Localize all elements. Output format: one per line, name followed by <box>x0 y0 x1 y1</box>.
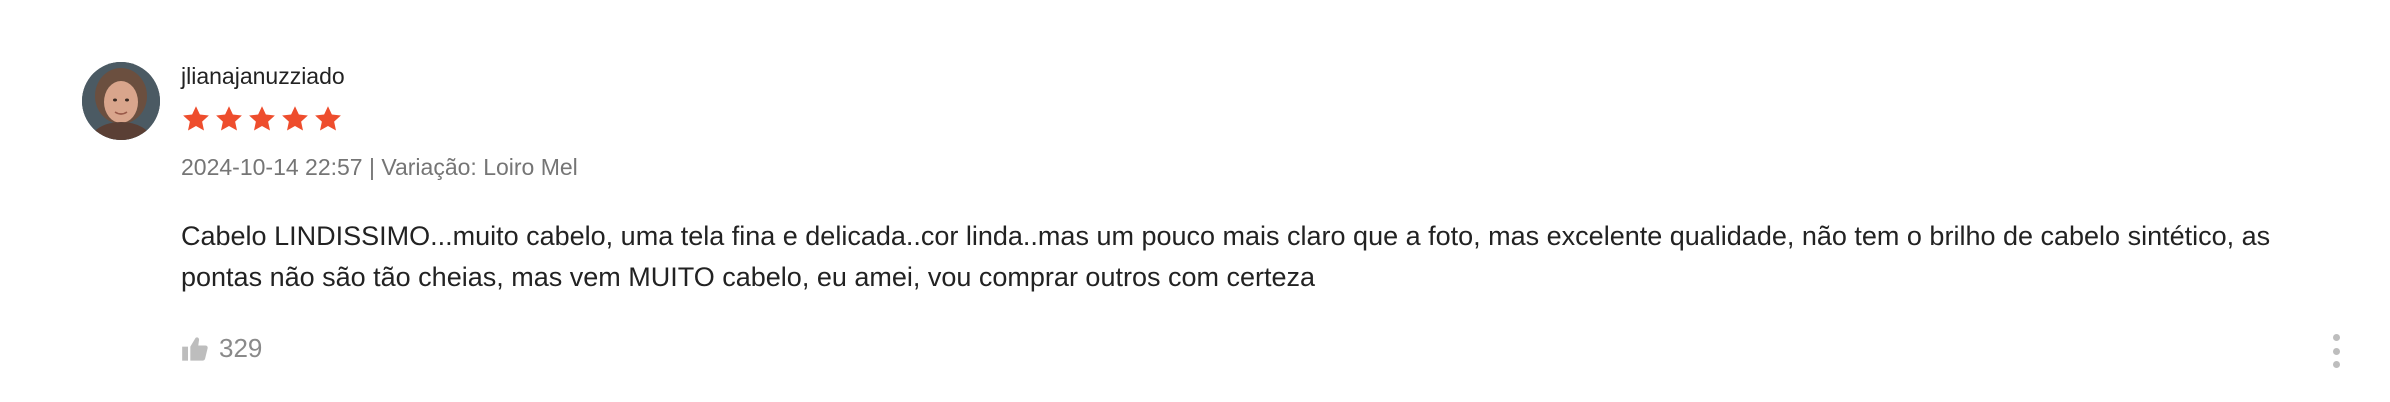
avatar-image <box>82 62 160 140</box>
review-date-variation: 2024-10-14 22:57 | Variação: Loiro Mel <box>181 154 578 180</box>
more-vertical-icon-dot <box>2332 361 2340 368</box>
star-icon <box>282 106 308 131</box>
star-icon <box>216 106 242 131</box>
review-item: jlianajanuzziado 2024-10-14 22:57 | Vari… <box>0 0 2390 402</box>
star-icon <box>183 106 209 131</box>
like-button[interactable]: 329 <box>181 333 262 364</box>
rating-stars <box>181 104 343 134</box>
star-icon <box>315 106 341 131</box>
more-vertical-icon-dot <box>2332 347 2340 355</box>
more-vertical-icon[interactable] <box>2332 334 2340 341</box>
avatar[interactable] <box>82 62 160 140</box>
more-options-button[interactable] <box>2330 334 2342 368</box>
like-count: 329 <box>219 333 263 363</box>
review-comment: Cabelo LINDISSIMO...muito cabelo, uma te… <box>181 221 2271 292</box>
thumbs-up-icon[interactable] <box>181 335 209 363</box>
star-icon <box>249 106 275 131</box>
reviewer-username: jlianajanuzziado <box>181 63 345 89</box>
